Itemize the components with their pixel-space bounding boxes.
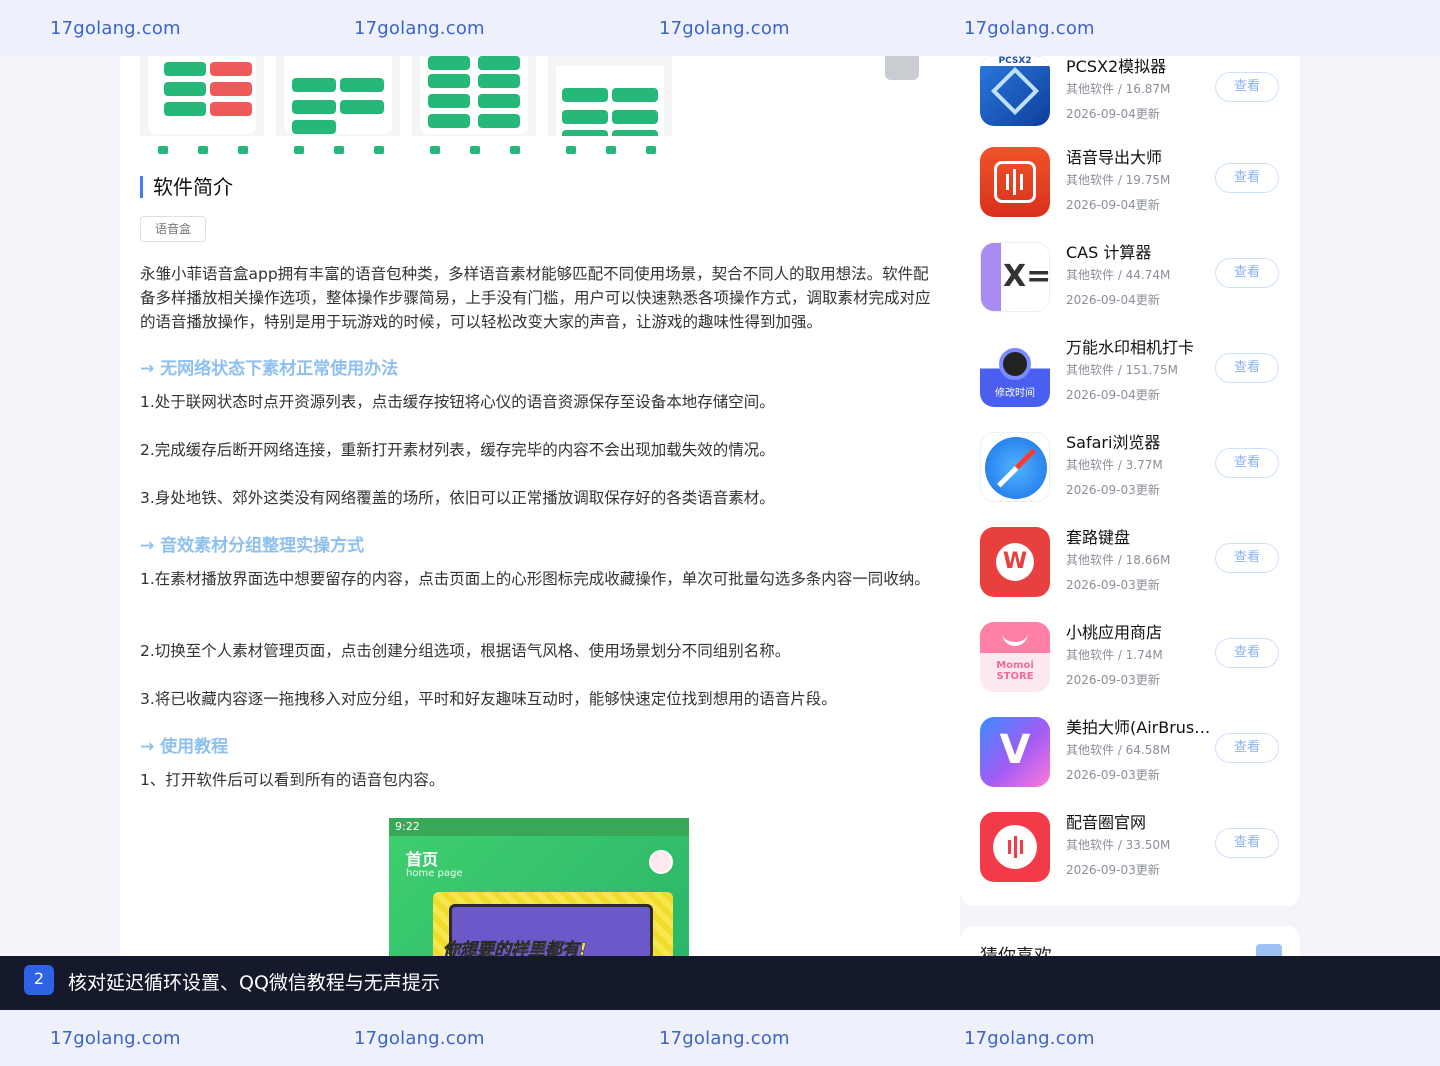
list-item: 2.切换至个人素材管理页面，点击创建分组选项，根据语气风格、使用场景划分不同组别… (140, 642, 791, 660)
view-button[interactable]: 查看 (1215, 163, 1279, 193)
section-title: 软件简介 (140, 176, 233, 198)
app-meta: 其他软件 / 19.75M (1066, 173, 1171, 187)
phone-banner-text: 你想要的样里都有! (443, 940, 587, 956)
app-meta: 其他软件 / 1.74M (1066, 648, 1163, 662)
app-meta: 其他软件 / 3.77M (1066, 458, 1163, 472)
phone-status-time: 9:22 (389, 818, 689, 836)
app-name[interactable]: 万能水印相机打卡 (1066, 334, 1216, 358)
app-list-item[interactable]: PCSX2 PCSX2模拟器 其他软件 / 16.87M 2026-09-04更… (980, 56, 1280, 126)
watermark-text: 17golang.com (50, 1027, 181, 1049)
gallery-next-button[interactable] (885, 56, 919, 80)
list-item: 2.完成缓存后断开网络连接，重新打开素材列表，缓存完毕的内容不会出现加载失效的情… (140, 441, 775, 459)
caption-text: 核对延迟循环设置、QQ微信教程与无声提示 (68, 972, 440, 994)
app-name[interactable]: 小桃应用商店 (1066, 619, 1216, 643)
list-item: 1.处于联网状态时点开资源列表，点击缓存按钮将心仪的语音资源保存至设备本地存储空… (140, 393, 775, 411)
app-meta: 其他软件 / 44.74M (1066, 268, 1171, 282)
phone-subtitle: home page (406, 868, 463, 879)
list-item: 1.在素材播放界面选中想要留存的内容，点击页面上的心形图标完成收藏操作，单次可批… (140, 570, 930, 588)
app-name[interactable]: PCSX2模拟器 (1066, 53, 1216, 77)
watermark-text: 17golang.com (354, 1027, 485, 1049)
screenshot-thumb[interactable] (548, 56, 672, 160)
app-date: 2026-09-04更新 (1066, 388, 1160, 402)
app-name[interactable]: Safari浏览器 (1066, 429, 1216, 453)
phone-title: 首页 (406, 850, 439, 869)
view-button[interactable]: 查看 (1215, 828, 1279, 858)
app-date: 2026-09-03更新 (1066, 483, 1160, 497)
app-date: 2026-09-04更新 (1066, 293, 1160, 307)
top-watermark-bar: 17golang.com 17golang.com 17golang.com 1… (0, 0, 1440, 56)
watermark-text: 17golang.com (354, 17, 485, 39)
screenshot-thumb[interactable] (276, 56, 400, 160)
dubbing-circle-icon (980, 812, 1050, 882)
momoi-store-icon: Momoi STORE (980, 622, 1050, 692)
app-list-item[interactable]: Momoi STORE 小桃应用商店 其他软件 / 1.74M 2026-09-… (980, 622, 1280, 692)
screenshot-thumb[interactable] (140, 56, 264, 160)
app-meta: 其他软件 / 33.50M (1066, 838, 1171, 852)
app-list-item[interactable]: Safari浏览器 其他软件 / 3.77M 2026-09-03更新 查看 (980, 432, 1280, 502)
app-date: 2026-09-03更新 (1066, 863, 1160, 877)
view-button[interactable]: 查看 (1215, 258, 1279, 288)
subheading-tutorial: → 使用教程 (140, 737, 229, 757)
view-button[interactable]: 查看 (1215, 353, 1279, 383)
app-list-item[interactable]: 语音导出大师 其他软件 / 19.75M 2026-09-04更新 查看 (980, 147, 1280, 217)
screenshot-thumb[interactable] (412, 56, 536, 160)
app-date: 2026-09-04更新 (1066, 198, 1160, 212)
app-name[interactable]: 配音圈官网 (1066, 809, 1216, 833)
app-meta: 其他软件 / 64.58M (1066, 743, 1171, 757)
list-item: 3.将已收藏内容逐一拖拽移入对应分组，平时和好友趣味互动时，能够快速定位找到想用… (140, 690, 837, 708)
app-date: 2026-09-04更新 (1066, 107, 1160, 121)
app-meta: 其他软件 / 18.66M (1066, 553, 1171, 567)
step-number-badge: 2 (24, 965, 54, 995)
app-list-item[interactable]: W 套路键盘 其他软件 / 18.66M 2026-09-03更新 查看 (980, 527, 1280, 597)
view-button[interactable]: 查看 (1215, 733, 1279, 763)
keyboard-w-icon: W (980, 527, 1050, 597)
app-meta: 其他软件 / 16.87M (1066, 82, 1171, 96)
app-list-item[interactable]: 配音圈官网 其他软件 / 33.50M 2026-09-03更新 查看 (980, 812, 1280, 882)
view-button[interactable]: 查看 (1215, 72, 1279, 102)
watermark-text: 17golang.com (964, 17, 1095, 39)
cas-calculator-icon: X= (980, 242, 1050, 312)
app-date: 2026-09-03更新 (1066, 578, 1160, 592)
app-list-item[interactable]: V 美拍大师(AirBrush… 其他软件 / 64.58M 2026-09-0… (980, 717, 1280, 787)
app-list-item[interactable]: X= CAS 计算器 其他软件 / 44.74M 2026-09-04更新 查看 (980, 242, 1280, 312)
phone-banner: 你想要的样里都有! (433, 892, 673, 956)
view-button[interactable]: 查看 (1215, 543, 1279, 573)
tutorial-screenshot: 9:22 首页 home page 你想要的样里都有! (389, 818, 689, 956)
pcsx2-icon: PCSX2 (980, 56, 1050, 126)
article-panel: 软件简介 语音盒 永雏小菲语音盒app拥有丰富的语音包种类，多样语音素材能够匹配… (120, 56, 960, 956)
app-sidebar: PCSX2 PCSX2模拟器 其他软件 / 16.87M 2026-09-04更… (960, 56, 1300, 906)
caption-banner: 2 核对延迟循环设置、QQ微信教程与无声提示 (0, 956, 1440, 1010)
subheading-grouping: → 音效素材分组整理实操方式 (140, 536, 365, 556)
voice-export-icon (980, 147, 1050, 217)
app-name[interactable]: 美拍大师(AirBrush… (1066, 714, 1216, 738)
screenshot-gallery[interactable] (140, 56, 680, 160)
app-name[interactable]: 套路键盘 (1066, 524, 1216, 548)
watermark-text: 17golang.com (659, 17, 790, 39)
watermark-text: 17golang.com (50, 17, 181, 39)
app-date: 2026-09-03更新 (1066, 673, 1160, 687)
view-button[interactable]: 查看 (1215, 638, 1279, 668)
view-button[interactable]: 查看 (1215, 448, 1279, 478)
safari-compass-icon (980, 432, 1050, 502)
category-tag[interactable]: 语音盒 (140, 216, 207, 242)
intro-paragraph: 永雏小菲语音盒app拥有丰富的语音包种类，多样语音素材能够匹配不同使用场景，契合… (140, 265, 931, 331)
bottom-watermark-bar: 17golang.com 17golang.com 17golang.com 1… (0, 1010, 1440, 1066)
subheading-offline: → 无网络状态下素材正常使用办法 (140, 359, 399, 379)
list-item: 1、打开软件后可以看到所有的语音包内容。 (140, 771, 445, 789)
avatar (649, 850, 673, 874)
app-list-item[interactable]: 修改时间 万能水印相机打卡 其他软件 / 151.75M 2026-09-04更… (980, 337, 1280, 407)
app-name[interactable]: CAS 计算器 (1066, 239, 1216, 263)
app-name[interactable]: 语音导出大师 (1066, 144, 1216, 168)
list-item: 3.身处地铁、郊外这类没有网络覆盖的场所，依旧可以正常播放调取保存好的各类语音素… (140, 489, 775, 507)
watermark-text: 17golang.com (964, 1027, 1095, 1049)
watermark-camera-icon: 修改时间 (980, 337, 1050, 407)
airbrush-v-icon: V (980, 717, 1050, 787)
app-date: 2026-09-03更新 (1066, 768, 1160, 782)
watermark-text: 17golang.com (659, 1027, 790, 1049)
app-meta: 其他软件 / 151.75M (1066, 363, 1179, 377)
